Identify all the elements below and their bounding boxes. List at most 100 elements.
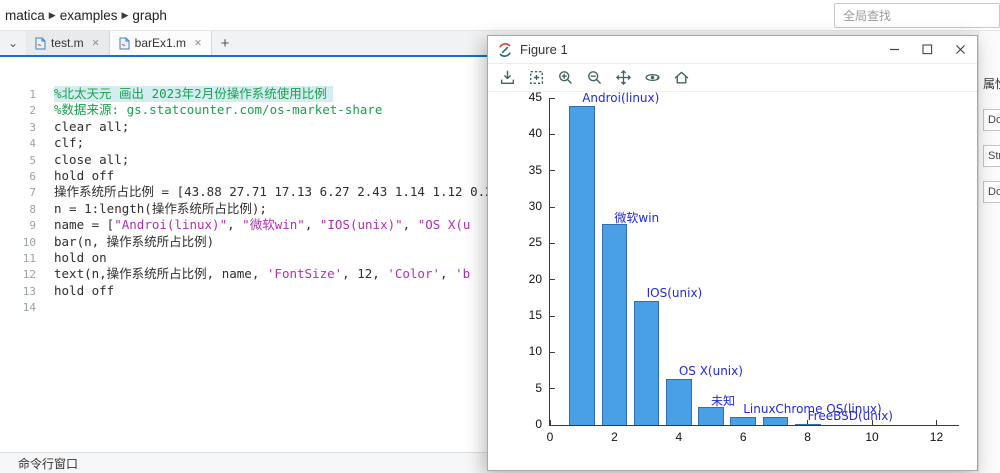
- m-file-icon: [119, 37, 130, 50]
- y-tick-mark: [550, 279, 555, 280]
- y-tick-label: 10: [512, 344, 542, 358]
- y-tick-mark: [550, 134, 555, 135]
- bar: [634, 301, 660, 425]
- y-tick-mark: [550, 207, 555, 208]
- tab-barEx1.m[interactable]: barEx1.m ✕: [110, 31, 212, 55]
- line-content: 操作系统所占比例 = [43.88 27.71 17.13 6.27 2.43 …: [54, 184, 493, 200]
- bar: [602, 224, 628, 425]
- properties-panel: 属性 Dou Stri Dou: [978, 31, 1000, 473]
- line-number: 14: [0, 299, 36, 315]
- line-content: bar(n, 操作系统所占比例): [54, 234, 214, 250]
- bar-label: Linux: [743, 402, 775, 416]
- command-window-label: 命令行窗口: [18, 455, 78, 472]
- line-number: 5: [0, 152, 36, 168]
- zoom-in-button[interactable]: [554, 66, 577, 89]
- y-tick-label: 30: [512, 199, 542, 213]
- line-content: hold off: [54, 168, 114, 184]
- pan-icon: [615, 69, 632, 86]
- bar-label: 未知: [711, 392, 735, 409]
- y-tick-label: 25: [512, 235, 542, 249]
- line-number: 2: [0, 102, 36, 118]
- bar-label: 微软win: [614, 209, 659, 226]
- maximize-button[interactable]: [911, 36, 944, 63]
- export-button[interactable]: [496, 66, 519, 89]
- maximize-icon: [922, 44, 933, 55]
- line-content: hold on: [54, 250, 107, 266]
- home-icon: [673, 69, 690, 86]
- breadcrumb-separator-icon: ▶: [121, 10, 128, 21]
- x-tick-mark: [550, 420, 551, 425]
- y-tick-label: 35: [512, 163, 542, 177]
- figure-title-bar[interactable]: Figure 1: [488, 36, 977, 64]
- pan-button[interactable]: [612, 66, 635, 89]
- tab-label: test.m: [51, 36, 84, 50]
- bar: [730, 417, 756, 425]
- line-content: %北太天元 画出 2023年2月份操作系统使用比例: [54, 86, 333, 102]
- figure-canvas: 051015202530354045024681012Androi(linux)…: [488, 92, 977, 470]
- property-field[interactable]: Stri: [983, 145, 1000, 167]
- line-content: %数据来源: gs.statcounter.com/os-market-shar…: [54, 102, 382, 118]
- tab-close-icon[interactable]: ✕: [194, 38, 202, 49]
- y-tick-label: 0: [512, 417, 542, 431]
- tab-close-icon[interactable]: ✕: [92, 38, 100, 49]
- line-content: hold off: [54, 283, 114, 299]
- x-tick-label: 4: [662, 430, 696, 444]
- tab-list-dropdown-icon[interactable]: ⌄: [0, 31, 26, 55]
- line-number: 13: [0, 283, 36, 299]
- y-tick-label: 20: [512, 272, 542, 286]
- y-tick-mark: [550, 170, 555, 171]
- bar-label: OS X(unix): [679, 364, 743, 378]
- line-content: close all;: [54, 152, 129, 168]
- close-button[interactable]: [944, 36, 977, 63]
- line-number: 3: [0, 119, 36, 135]
- figure-toolbar: [488, 64, 977, 92]
- line-content: n = 1:length(操作系统所占比例);: [54, 201, 267, 217]
- m-file-icon: [35, 37, 46, 50]
- line-number: 7: [0, 184, 36, 200]
- figure-window: Figure 1: [487, 35, 978, 471]
- line-number: 12: [0, 266, 36, 282]
- tab-test.m[interactable]: test.m ✕: [26, 31, 110, 55]
- y-tick-label: 40: [512, 126, 542, 140]
- line-number: 9: [0, 217, 36, 233]
- x-tick-mark: [936, 420, 937, 425]
- figure-window-title: Figure 1: [520, 42, 878, 57]
- minimize-button[interactable]: [878, 36, 911, 63]
- fit-view-icon: [528, 69, 545, 86]
- baltamatica-logo-icon: [497, 42, 513, 58]
- rotate-3d-button[interactable]: [641, 66, 664, 89]
- breadcrumb-item-graph[interactable]: graph: [132, 8, 167, 23]
- bar: [698, 407, 724, 425]
- x-tick-label: 0: [533, 430, 567, 444]
- y-tick-label: 45: [512, 90, 542, 104]
- zoom-out-button[interactable]: [583, 66, 606, 89]
- line-number: 8: [0, 201, 36, 217]
- zoom-out-icon: [586, 69, 603, 86]
- bar-label: Androi(linux): [582, 91, 659, 105]
- zoom-in-icon: [557, 69, 574, 86]
- breadcrumb-item-matica[interactable]: matica: [5, 8, 45, 23]
- line-content: text(n,操作系统所占比例, name, 'FontSize', 12, '…: [54, 266, 470, 282]
- tab-label: barEx1.m: [135, 36, 186, 50]
- plot-area[interactable]: 051015202530354045024681012Androi(linux)…: [549, 98, 959, 426]
- y-tick-mark: [550, 352, 555, 353]
- y-tick-mark: [550, 243, 555, 244]
- close-icon: [955, 44, 966, 55]
- x-tick-label: 10: [855, 430, 889, 444]
- search-input[interactable]: [835, 9, 999, 23]
- property-field[interactable]: Dou: [983, 181, 1000, 203]
- bar-label: FreeBSD(unix): [808, 409, 893, 423]
- property-field[interactable]: Dou: [983, 109, 1000, 131]
- new-tab-button[interactable]: +: [212, 31, 238, 55]
- top-bar: matica▶examples▶graph: [0, 0, 1000, 31]
- breadcrumb-item-examples[interactable]: examples: [60, 8, 118, 23]
- fit-view-button[interactable]: [525, 66, 548, 89]
- x-tick-label: 2: [597, 430, 631, 444]
- line-number: 4: [0, 135, 36, 151]
- home-button[interactable]: [670, 66, 693, 89]
- line-number: 6: [0, 168, 36, 184]
- properties-panel-title: 属性: [983, 75, 1000, 92]
- line-number: 1: [0, 86, 36, 102]
- global-search-box[interactable]: [834, 3, 1000, 28]
- x-tick-label: 8: [791, 430, 825, 444]
